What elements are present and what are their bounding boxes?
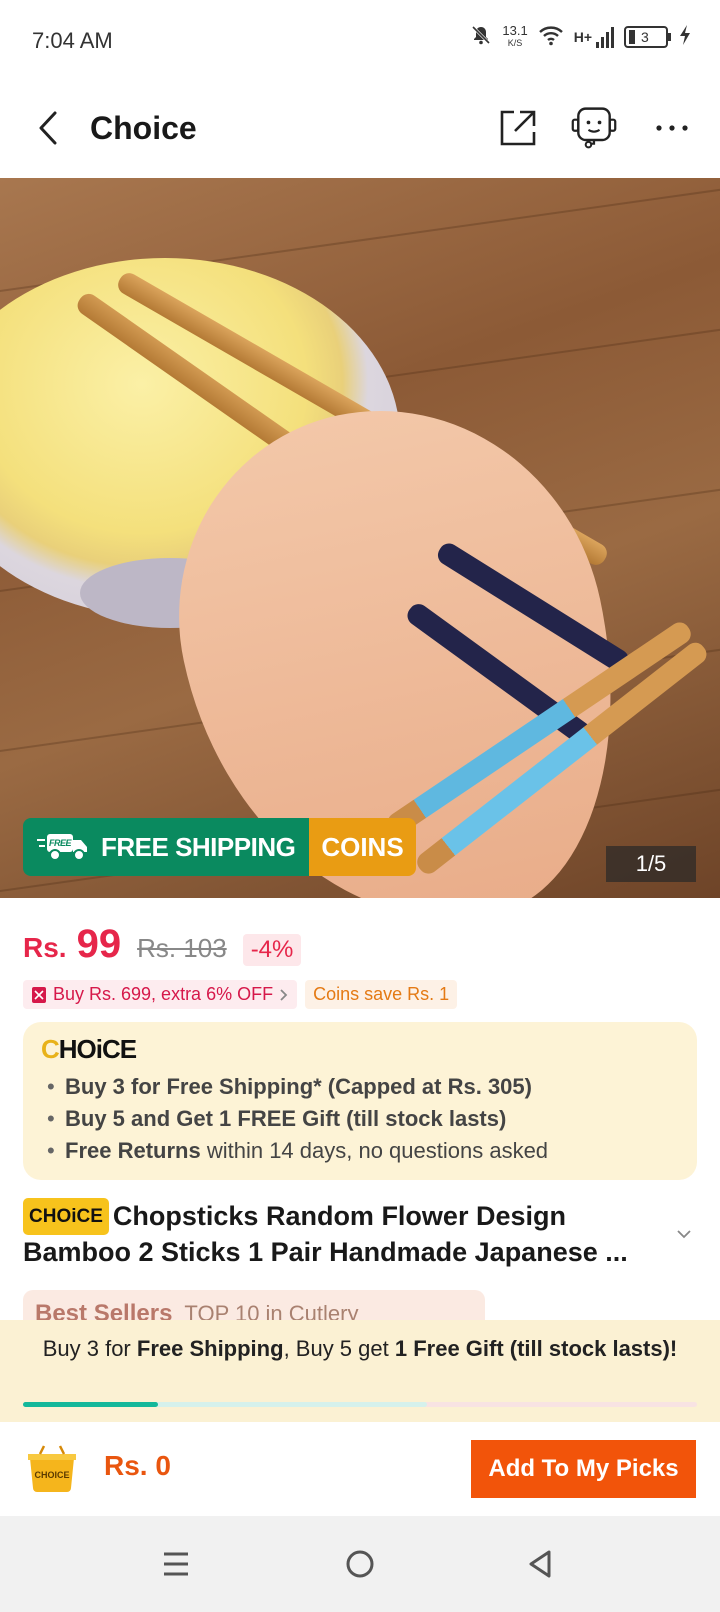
- svg-text:FREE: FREE: [49, 838, 73, 848]
- free-shipping-label: FREE SHIPPING: [101, 831, 296, 862]
- status-bar: 7:04 AM 13.1 K/S H+ 3: [0, 0, 720, 80]
- shipping-progress-bar: [23, 1402, 697, 1407]
- product-image-carousel[interactable]: [0, 178, 720, 898]
- status-time: 7:04 AM: [32, 28, 113, 53]
- shipping-progress-panel: Buy 3 for Free Shipping, Buy 5 get 1 Fre…: [0, 1320, 720, 1422]
- home-button[interactable]: [340, 1544, 380, 1584]
- discount-badge: -4%: [242, 934, 302, 966]
- support-button[interactable]: [570, 104, 618, 152]
- page-title: Choice: [90, 110, 197, 146]
- support-agent-icon: [571, 107, 617, 149]
- free-shipping-banner: FREE FREE SHIPPING COINS: [23, 818, 416, 876]
- best-sellers-tag[interactable]: Best Sellers TOP 10 in Cutlery: [23, 1290, 485, 1320]
- more-icon: [656, 125, 688, 131]
- coupon-icon: [32, 986, 46, 1003]
- bottom-action-bar: CHOICE Rs. 0 Add To My Picks: [0, 1422, 720, 1516]
- promo-row: Buy Rs. 699, extra 6% OFF Coins save Rs.…: [23, 980, 458, 1009]
- recents-button[interactable]: [156, 1544, 196, 1584]
- wifi-icon: [538, 24, 564, 49]
- shipping-message: Buy 3 for Free Shipping, Buy 5 get 1 Fre…: [42, 1336, 678, 1361]
- choice-benefits-box[interactable]: CHOiCE Buy 3 for Free Shipping* (Capped …: [23, 1022, 697, 1180]
- signal-icon: [596, 26, 614, 48]
- coins-label: COINS: [309, 818, 416, 876]
- chevron-down-icon[interactable]: [674, 1224, 694, 1244]
- benefit-item: Buy 5 and Get 1 FREE Gift (till stock la…: [41, 1103, 679, 1135]
- product-title[interactable]: CHOiCE Chopsticks Random Flower Design Ba…: [23, 1198, 673, 1270]
- share-button[interactable]: [494, 104, 542, 152]
- triangle-back-icon: [529, 1550, 551, 1578]
- menu-icon: [164, 1552, 188, 1576]
- svg-text:CHOICE: CHOICE: [34, 1470, 69, 1480]
- choice-cart-button[interactable]: CHOICE: [24, 1444, 80, 1494]
- choice-logo: CHOiCE: [41, 1034, 137, 1064]
- network-type: H+: [573, 28, 592, 45]
- benefit-item: Free Returns within 14 days, no question…: [41, 1135, 679, 1167]
- delivery-truck-icon: FREE: [37, 834, 87, 861]
- status-icons: 13.1 K/S H+ 3: [470, 24, 692, 49]
- net-speed: 13.1 K/S: [502, 22, 528, 48]
- price-value: 99: [76, 922, 122, 966]
- original-price: Rs. 103: [137, 933, 227, 963]
- system-back-button[interactable]: [520, 1544, 560, 1584]
- home-circle-icon: [346, 1550, 374, 1578]
- cart-box-icon: CHOICE: [28, 1445, 76, 1492]
- battery-icon: 3: [624, 25, 671, 48]
- more-button[interactable]: [648, 104, 696, 152]
- top-app-bar: Choice: [0, 80, 720, 178]
- chevron-right-icon: [280, 988, 288, 1001]
- add-to-my-picks-button[interactable]: Add To My Picks: [471, 1440, 696, 1498]
- system-nav-bar: [0, 1516, 720, 1612]
- extra-discount-tag[interactable]: Buy Rs. 699, extra 6% OFF: [23, 980, 298, 1009]
- benefit-item: Buy 3 for Free Shipping* (Capped at Rs. …: [41, 1071, 679, 1103]
- price-currency: Rs.: [23, 932, 67, 963]
- coins-save-tag: Coins save Rs. 1: [305, 980, 458, 1009]
- charging-icon: [678, 24, 692, 49]
- back-icon: [39, 111, 57, 145]
- choice-badge: CHOiCE: [23, 1198, 109, 1235]
- share-icon: [500, 110, 536, 146]
- price-row: Rs. 99 Rs. 103 -4%: [23, 922, 302, 967]
- image-counter: 1/5: [606, 846, 696, 882]
- bell-muted-icon: [470, 24, 492, 49]
- back-button[interactable]: [30, 108, 66, 148]
- progress-fill: [23, 1402, 158, 1407]
- picks-total: Rs. 0: [104, 1450, 171, 1481]
